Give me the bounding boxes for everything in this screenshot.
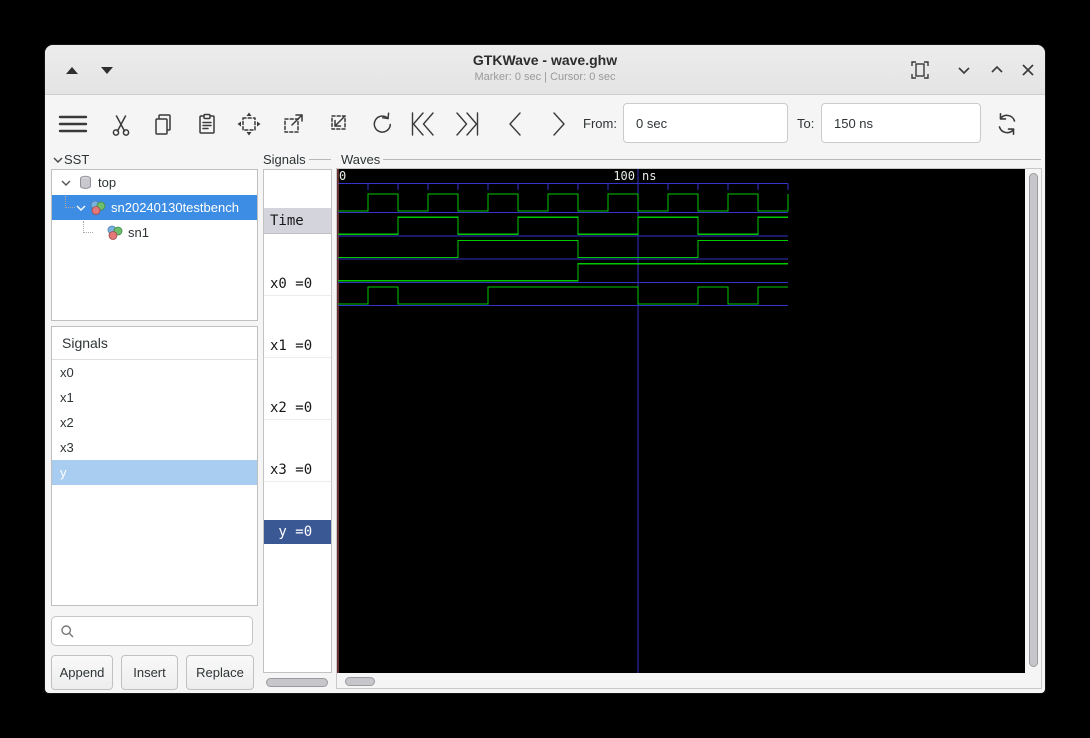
close-icon [1022,64,1034,76]
signal-row-x0[interactable]: x0 =0 [264,272,331,296]
svg-text:100: 100 [613,169,635,183]
chevron-down-icon [958,67,970,75]
undo-button[interactable] [363,104,399,144]
go-next-button[interactable] [541,104,577,144]
signal-row-x3[interactable]: x3 =0 [264,458,331,482]
signal-row-x1[interactable]: x1 =0 [264,334,331,358]
go-last-button[interactable] [449,104,485,144]
scrollbar-thumb[interactable] [345,677,375,686]
tree-item-label: top [98,175,117,190]
append-button[interactable]: Append [51,655,113,690]
chevron-left-icon [509,112,521,136]
shift-up-button[interactable] [59,57,85,83]
menu-button[interactable] [55,104,91,144]
zoom-in-icon [284,114,303,133]
signal-list-header: Signals [52,327,257,360]
waves-frame-label: Waves [341,152,1041,167]
tree-item-label: sn1 [128,225,149,240]
paste-icon [199,113,215,134]
paste-button[interactable] [189,104,225,144]
expander-chevron-icon[interactable] [60,177,72,189]
wave-canvas-svg[interactable]: 0 100 ns [337,169,1025,673]
sst-expander[interactable]: SST [52,152,89,167]
chevron-right-icon [553,112,565,136]
copy-button[interactable] [145,104,181,144]
tree-item-sn1[interactable]: sn1 [52,220,257,245]
triangle-up-icon [66,66,78,74]
instance-icon [90,200,106,215]
fit-window-button[interactable] [907,57,933,83]
scrollbar-thumb[interactable] [1029,173,1038,667]
minimize-button[interactable] [951,57,977,83]
chevron-up-icon [991,65,1003,73]
time-header[interactable]: Time [264,208,331,234]
scissors-icon [112,115,130,136]
marker-cursor-status: Marker: 0 sec | Cursor: 0 sec [474,71,616,83]
svg-text:0: 0 [339,169,346,183]
go-first-button[interactable] [405,104,441,144]
list-item[interactable]: x3 [52,435,257,460]
window-title: GTKWave - wave.ghw [472,52,618,68]
list-item[interactable]: x0 [52,360,257,385]
maximize-button[interactable] [984,57,1010,83]
chevron-down-icon [53,157,63,163]
list-item[interactable]: x2 [52,410,257,435]
copy-icon [155,114,171,135]
sst-label: SST [64,152,90,167]
zoom-fit-button[interactable] [231,104,267,144]
zoom-in-button[interactable] [275,104,311,144]
undo-icon [373,112,392,133]
list-item[interactable]: x1 [52,385,257,410]
tree-item-testbench[interactable]: sn20240130testbench [52,195,257,220]
toolbar: From: To: [45,96,1045,151]
search-icon [61,624,74,637]
signal-search-list: Signals x0 x1 x2 x3 y [51,326,258,606]
signals-frame-label: Signals [263,152,331,167]
to-label: To: [797,116,815,131]
instance-icon [107,225,123,240]
reload-button[interactable] [989,104,1025,144]
from-input[interactable] [623,103,788,143]
go-previous-button[interactable] [497,104,533,144]
wave-canvas[interactable]: 0 100 ns [337,169,1025,673]
close-button[interactable] [1015,57,1041,83]
reload-icon [998,112,1016,136]
insert-button[interactable]: Insert [121,655,178,690]
signal-row-y[interactable]: y =0 [264,520,331,544]
svg-text:ns: ns [642,169,656,183]
zoom-out-icon [331,115,346,130]
tree-connector [65,195,75,208]
signal-names-panel: Time x0 =0 x1 =0 x2 =0 x3 =0 y =0 [263,169,332,673]
list-item[interactable]: y [52,460,257,485]
to-input[interactable] [821,103,981,143]
signals-hscrollbar[interactable] [264,676,332,689]
fit-window-icon [911,61,929,79]
zoom-fit-icon [237,112,261,136]
signal-search-box[interactable] [51,616,253,646]
expander-chevron-icon[interactable] [75,202,87,214]
tree-item-label: sn20240130testbench [111,200,239,215]
tree-connector [83,220,93,233]
menu-icon [58,115,88,133]
tree-item-top[interactable]: top [52,170,257,195]
replace-button[interactable]: Replace [186,655,254,690]
go-first-icon [411,112,434,136]
waves-hscrollbar[interactable] [339,675,1025,688]
gtkwave-window: GTKWave - wave.ghw Marker: 0 sec | Curso… [44,44,1046,694]
go-last-icon [456,112,479,136]
zoom-out-button[interactable] [319,104,355,144]
from-label: From: [583,116,617,131]
triangle-down-icon [101,66,113,74]
sst-tree: top sn20240130testbench sn1 [51,169,258,321]
scrollbar-thumb[interactable] [266,678,328,687]
waves-vscrollbar[interactable] [1027,171,1040,671]
module-icon [80,175,91,189]
titlebar[interactable]: GTKWave - wave.ghw Marker: 0 sec | Curso… [45,45,1045,95]
signal-row-x2[interactable]: x2 =0 [264,396,331,420]
shift-down-button[interactable] [94,57,120,83]
cut-button[interactable] [103,104,139,144]
